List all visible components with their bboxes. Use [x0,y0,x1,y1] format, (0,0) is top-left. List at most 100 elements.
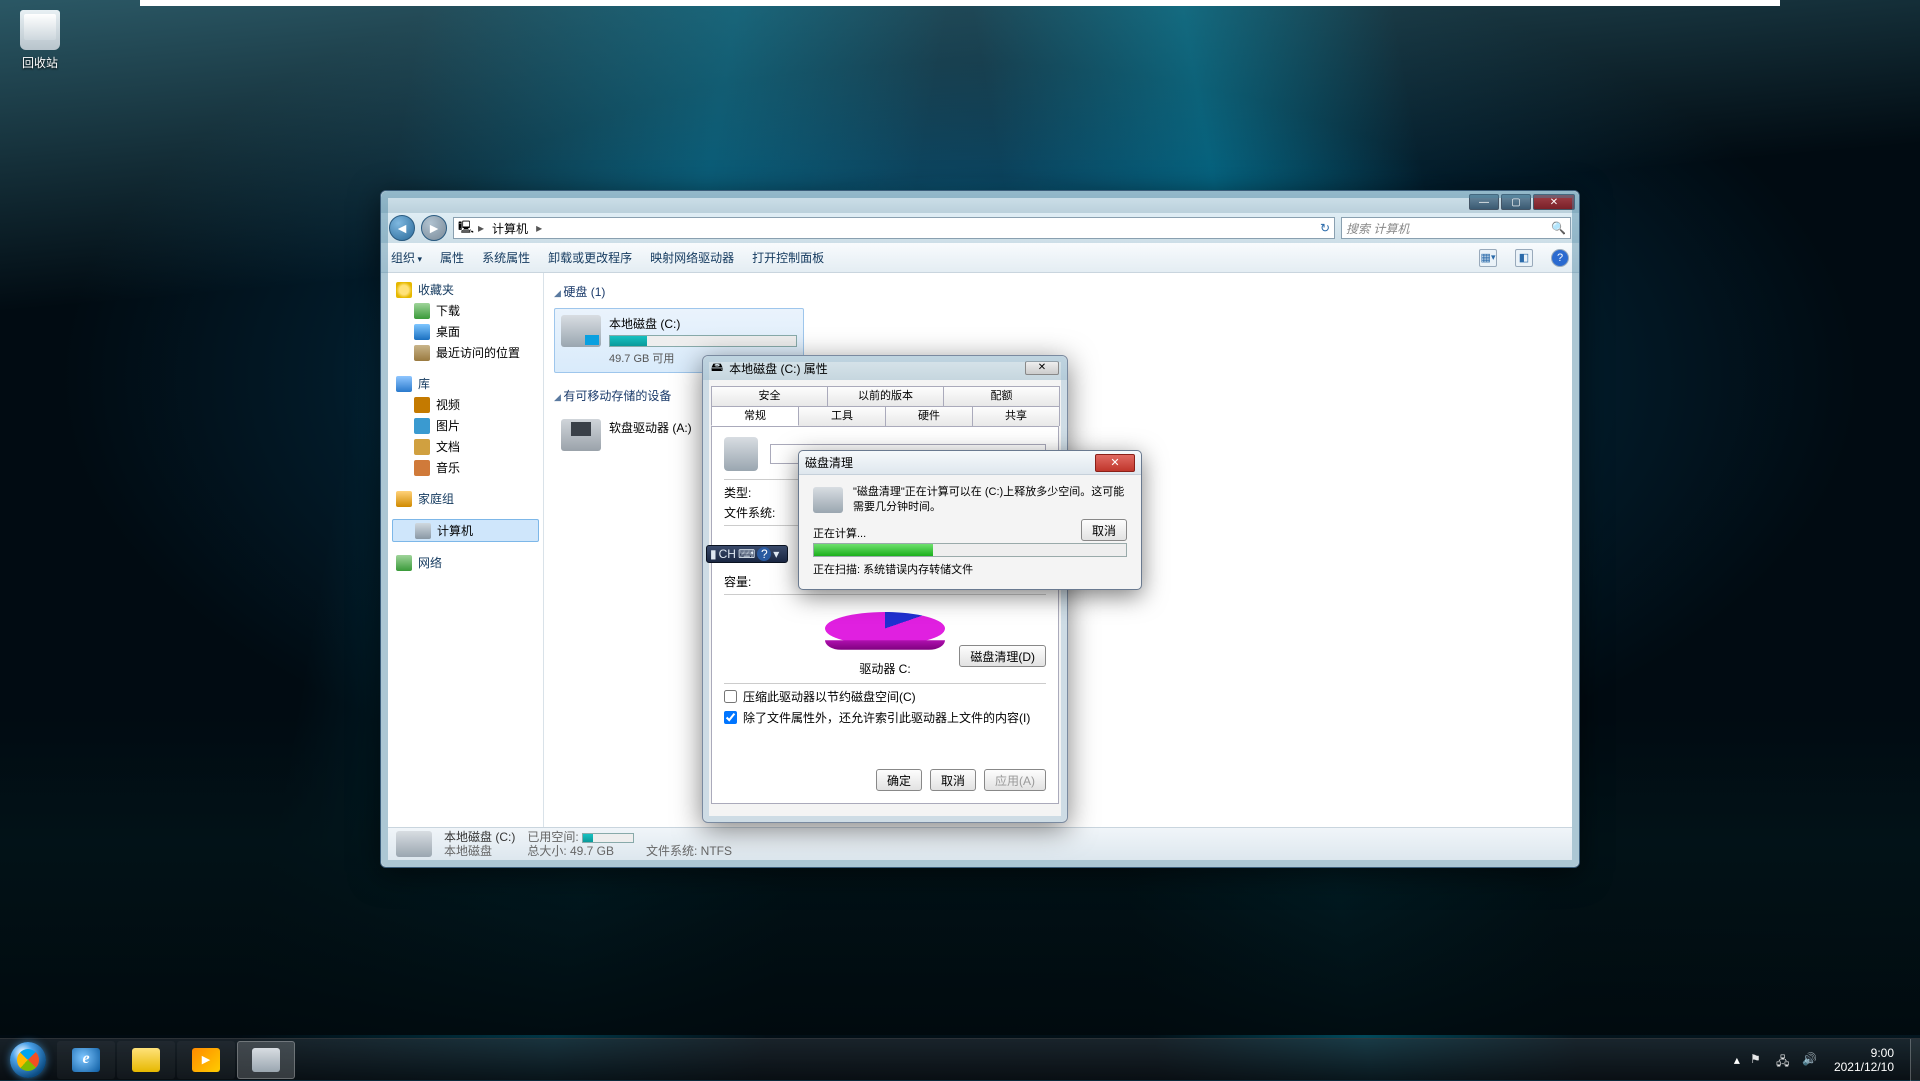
ime-help-icon[interactable]: ? [757,547,771,561]
search-icon: 🔍 [1551,221,1566,235]
folder-icon [132,1048,160,1072]
ime-language-bar[interactable]: ▮ CH ⌨ ? ▾ [706,545,788,563]
ime-options-icon[interactable]: ▾ [773,547,779,561]
sidebar-documents[interactable]: 文档 [388,436,543,457]
taskbar-explorer[interactable] [117,1041,175,1079]
toolbar-properties[interactable]: 属性 [440,249,464,266]
tab-previous-versions[interactable]: 以前的版本 [827,386,944,406]
floppy-icon [561,419,601,451]
taskbar-ie[interactable] [57,1041,115,1079]
preview-pane-button[interactable]: ◧ [1515,249,1533,267]
taskbar-clock[interactable]: 9:00 2021/12/10 [1828,1046,1900,1074]
status-drive-name: 本地磁盘 (C:) [444,830,515,844]
sidebar-downloads[interactable]: 下载 [388,300,543,321]
cleanup-icon [252,1048,280,1072]
sidebar-libraries[interactable]: 库 [388,373,543,394]
cleanup-progress-bar [813,543,1127,557]
explorer-toolbar: 组织 属性 系统属性 卸载或更改程序 映射网络驱动器 打开控制面板 ▦ ◧ ? [381,243,1579,273]
windows-orb-icon [10,1042,46,1078]
tab-sharing[interactable]: 共享 [972,406,1060,426]
properties-title: 本地磁盘 (C:) 属性 [729,360,828,377]
sidebar-pictures[interactable]: 图片 [388,415,543,436]
sidebar-music[interactable]: 音乐 [388,457,543,478]
properties-titlebar[interactable]: 🖴 本地磁盘 (C:) 属性 ✕ [703,356,1067,380]
explorer-titlebar[interactable]: — ▢ ✕ [381,191,1579,213]
explorer-sidebar: 收藏夹 下载 桌面 最近访问的位置 库 视频 图片 文档 音乐 家庭组 计算机 … [388,273,544,827]
cleanup-message: "磁盘清理"正在计算可以在 (C:)上释放多少空间。这可能需要几分钟时间。 [853,485,1127,515]
desktop-icon [414,324,430,340]
apply-button[interactable]: 应用(A) [984,769,1046,791]
clock-date: 2021/12/10 [1834,1060,1894,1074]
help-icon[interactable]: ? [1551,249,1569,267]
address-bar[interactable]: 🖳 ▸ 计算机 ▸ ↻ [453,217,1335,239]
scanning-label: 正在扫描: 系统错误内存转储文件 [813,561,1127,577]
volume-icon[interactable]: 🔊 [1802,1052,1818,1068]
cleanup-titlebar[interactable]: 磁盘清理 ✕ [799,451,1141,475]
top-white-strip [140,0,1780,6]
tray-overflow-icon[interactable]: ▴ [1734,1053,1740,1067]
status-usage-bar [582,833,634,843]
view-options-button[interactable]: ▦ [1479,249,1497,267]
sidebar-videos[interactable]: 视频 [388,394,543,415]
sidebar-desktop[interactable]: 桌面 [388,321,543,342]
close-button[interactable]: ✕ [1533,194,1575,210]
toolbar-system-properties[interactable]: 系统属性 [482,249,530,266]
chevron-right-icon: ▸ [478,221,484,235]
status-drive-type: 本地磁盘 [444,844,515,858]
toolbar-uninstall[interactable]: 卸载或更改程序 [548,249,632,266]
sidebar-computer[interactable]: 计算机 [392,519,539,542]
compress-checkbox-row[interactable]: 压缩此驱动器以节约磁盘空间(C) [724,688,1046,705]
computer-icon [415,523,431,539]
action-center-icon[interactable]: ⚑ [1750,1052,1766,1068]
tab-quota[interactable]: 配额 [943,386,1060,406]
recycle-bin-label: 回收站 [10,54,70,71]
status-used-label: 已用空间: [527,830,578,844]
minimize-button[interactable]: — [1469,194,1499,210]
tab-hardware[interactable]: 硬件 [885,406,973,426]
ime-lang: CH [719,547,736,561]
breadcrumb-computer[interactable]: 计算机 [488,220,532,237]
sidebar-network[interactable]: 网络 [388,552,543,573]
calculating-label: 正在计算... [813,525,1127,541]
group-hard-drives[interactable]: 硬盘 (1) [554,279,1562,304]
recent-icon [414,345,430,361]
cancel-button[interactable]: 取消 [930,769,976,791]
library-icon [396,376,412,392]
tab-general[interactable]: 常规 [711,406,799,426]
disk-cleanup-button[interactable]: 磁盘清理(D) [959,645,1046,667]
network-icon[interactable]: 🖧 [1776,1052,1792,1068]
index-checkbox[interactable] [724,711,737,724]
close-button[interactable]: ✕ [1025,361,1059,375]
compress-label: 压缩此驱动器以节约磁盘空间(C) [743,688,916,705]
disk-cleanup-dialog: 磁盘清理 ✕ "磁盘清理"正在计算可以在 (C:)上释放多少空间。这可能需要几分… [798,450,1142,590]
toolbar-map-drive[interactable]: 映射网络驱动器 [650,249,734,266]
taskbar-disk-cleanup[interactable] [237,1041,295,1079]
nav-forward-button[interactable]: ► [421,215,447,241]
drive-c-usage-bar [609,335,797,347]
taskbar-media-player[interactable] [177,1041,235,1079]
start-button[interactable] [0,1039,56,1081]
nav-back-button[interactable]: ◄ [389,215,415,241]
maximize-button[interactable]: ▢ [1501,194,1531,210]
ok-button[interactable]: 确定 [876,769,922,791]
compress-checkbox[interactable] [724,690,737,703]
homegroup-icon [396,491,412,507]
status-filesystem: 文件系统: NTFS [646,844,732,858]
refresh-icon[interactable]: ↻ [1320,221,1330,235]
index-checkbox-row[interactable]: 除了文件属性外，还允许索引此驱动器上文件的内容(I) [724,709,1046,726]
show-desktop-button[interactable] [1910,1039,1920,1081]
recycle-bin[interactable]: 回收站 [10,10,70,71]
tab-security[interactable]: 安全 [711,386,828,406]
tab-tools[interactable]: 工具 [798,406,886,426]
search-box[interactable]: 搜索 计算机 🔍 [1341,217,1571,239]
hdd-icon: 🖴 [711,358,723,379]
close-button[interactable]: ✕ [1095,454,1135,472]
ime-keyboard-icon[interactable]: ⌨ [738,547,755,561]
sidebar-favorites[interactable]: 收藏夹 [388,279,543,300]
toolbar-control-panel[interactable]: 打开控制面板 [752,249,824,266]
sidebar-recent[interactable]: 最近访问的位置 [388,342,543,363]
cleanup-cancel-button[interactable]: 取消 [1081,519,1127,541]
organize-menu[interactable]: 组织 [391,249,422,266]
sidebar-homegroup[interactable]: 家庭组 [388,488,543,509]
computer-icon: 🖳 [458,218,474,239]
